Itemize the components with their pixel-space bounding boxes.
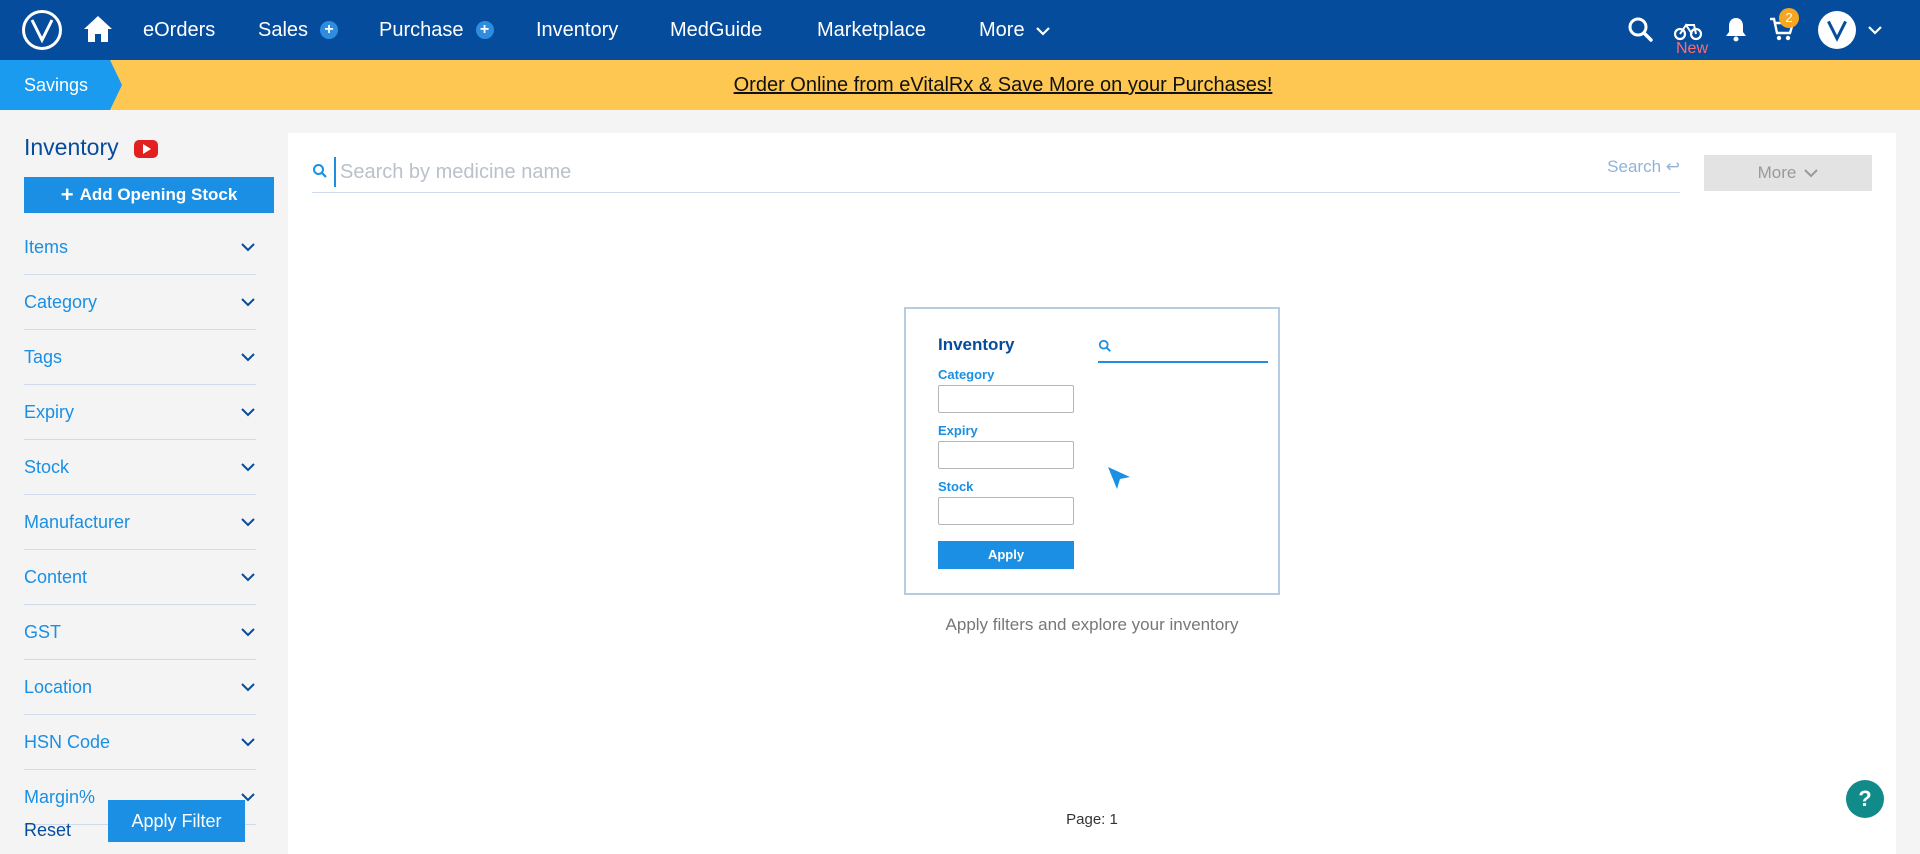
nav-marketplace[interactable]: Marketplace xyxy=(817,0,926,60)
filter-label: Expiry xyxy=(24,401,75,422)
filter-label: Tags xyxy=(24,346,63,367)
filter-expiry[interactable]: Expiry xyxy=(24,385,256,440)
filter-category[interactable]: Category xyxy=(24,275,256,330)
filter-content[interactable]: Content xyxy=(24,550,256,605)
promo-banner: Order Online from eVitalRx & Save More o… xyxy=(0,60,1920,110)
filter-label: Items xyxy=(24,236,69,257)
nav-marketplace-label: Marketplace xyxy=(817,19,926,41)
add-opening-stock-button[interactable]: + Add Opening Stock xyxy=(24,177,274,213)
page-title: Inventory xyxy=(24,134,119,160)
search-icon xyxy=(1098,339,1111,352)
illustration-apply: Apply xyxy=(938,541,1074,569)
page-indicator: Page: 1 xyxy=(1066,811,1118,828)
add-opening-stock-label: Add Opening Stock xyxy=(79,185,238,204)
avatar-icon[interactable] xyxy=(1818,11,1856,49)
nav-more-label: More xyxy=(979,19,1025,41)
plus-icon: + xyxy=(60,182,74,207)
apply-filter-button[interactable]: Apply Filter xyxy=(108,800,245,842)
more-button[interactable]: More xyxy=(1704,155,1872,191)
plus-icon[interactable]: + xyxy=(475,21,494,39)
filter-label: GST xyxy=(24,621,62,642)
nav-medguide-label: MedGuide xyxy=(670,19,763,41)
filter-label: Manufacturer xyxy=(24,511,131,532)
search-bar: Search ↩ xyxy=(312,153,1680,193)
chevron-down-icon xyxy=(241,738,255,747)
chevron-down-icon xyxy=(241,298,255,307)
chevron-down-icon xyxy=(241,408,255,417)
chevron-down-icon xyxy=(241,683,255,692)
nav-sales-label: Sales xyxy=(258,19,309,41)
filter-manufacturer[interactable]: Manufacturer xyxy=(24,495,256,550)
home-icon[interactable] xyxy=(82,14,114,44)
filter-sidebar: Inventory + Add Opening Stock Items Categ… xyxy=(0,110,280,854)
main-panel: Search ↩ More Inventory Category Expiry … xyxy=(288,133,1896,854)
filter-hsn-code[interactable]: HSN Code xyxy=(24,715,256,770)
chevron-down-icon[interactable] xyxy=(1868,25,1882,35)
nav-purchase-label: Purchase xyxy=(379,19,464,41)
illustration-search xyxy=(1098,337,1268,363)
nav-more[interactable]: More xyxy=(979,0,1050,60)
cart-count-badge: 2 xyxy=(1779,8,1799,28)
illustration-label-stock: Stock xyxy=(938,479,974,494)
promo-link[interactable]: Order Online from eVitalRx & Save More o… xyxy=(0,60,1920,110)
nav-medguide[interactable]: MedGuide xyxy=(670,0,762,60)
chevron-down-icon xyxy=(241,628,255,637)
search-icon[interactable] xyxy=(1626,15,1654,43)
empty-state-illustration: Inventory Category Expiry Stock Apply xyxy=(904,307,1280,595)
illustration-title: Inventory xyxy=(938,335,1015,354)
bell-icon[interactable] xyxy=(1722,15,1750,43)
help-icon[interactable]: ? xyxy=(1846,780,1884,818)
logo-icon[interactable] xyxy=(22,10,62,50)
search-icon xyxy=(313,164,327,178)
chevron-down-icon xyxy=(241,573,255,582)
search-input[interactable] xyxy=(334,157,1434,187)
filter-gst[interactable]: GST xyxy=(24,605,256,660)
chevron-down-icon xyxy=(1804,169,1819,178)
cursor-icon xyxy=(1108,467,1130,489)
nav-purchase[interactable]: Purchase + xyxy=(379,0,494,60)
empty-state-caption: Apply filters and explore your inventory xyxy=(945,615,1239,634)
nav-inventory-label: Inventory xyxy=(536,19,619,41)
chevron-down-icon xyxy=(1036,26,1050,36)
filter-location[interactable]: Location xyxy=(24,660,256,715)
filter-label: Stock xyxy=(24,456,70,477)
more-button-label: More xyxy=(1757,163,1797,182)
illustration-box xyxy=(938,441,1074,469)
chevron-down-icon xyxy=(241,353,255,362)
filter-tags[interactable]: Tags xyxy=(24,330,256,385)
nav-sales[interactable]: Sales + xyxy=(258,0,339,60)
nav-eorders-label: eOrders xyxy=(143,19,216,41)
top-navbar: eOrders Sales + Purchase + Inventory MedGu… xyxy=(0,0,1920,60)
chevron-down-icon xyxy=(241,518,255,527)
filter-label: HSN Code xyxy=(24,731,111,752)
search-button[interactable]: Search ↩ xyxy=(1607,157,1680,177)
nav-inventory[interactable]: Inventory xyxy=(536,0,618,60)
plus-icon[interactable]: + xyxy=(320,21,339,39)
savings-tag: Savings xyxy=(0,60,122,110)
illustration-box xyxy=(938,385,1074,413)
illustration-label-category: Category xyxy=(938,367,995,382)
chevron-down-icon xyxy=(241,243,255,252)
filter-label: Content xyxy=(24,566,88,587)
chevron-down-icon xyxy=(241,463,255,472)
filter-label: Location xyxy=(24,676,93,697)
nav-eorders[interactable]: eOrders xyxy=(143,0,215,60)
filter-label: Category xyxy=(24,291,98,312)
new-label: New xyxy=(1676,40,1709,57)
filter-items[interactable]: Items xyxy=(24,220,256,275)
reset-button[interactable]: Reset xyxy=(24,820,71,841)
sidebar-footer: Reset Apply Filter xyxy=(0,800,280,854)
illustration-label-expiry: Expiry xyxy=(938,423,978,438)
youtube-icon[interactable] xyxy=(134,140,158,158)
filter-stock[interactable]: Stock xyxy=(24,440,256,495)
illustration-box xyxy=(938,497,1074,525)
